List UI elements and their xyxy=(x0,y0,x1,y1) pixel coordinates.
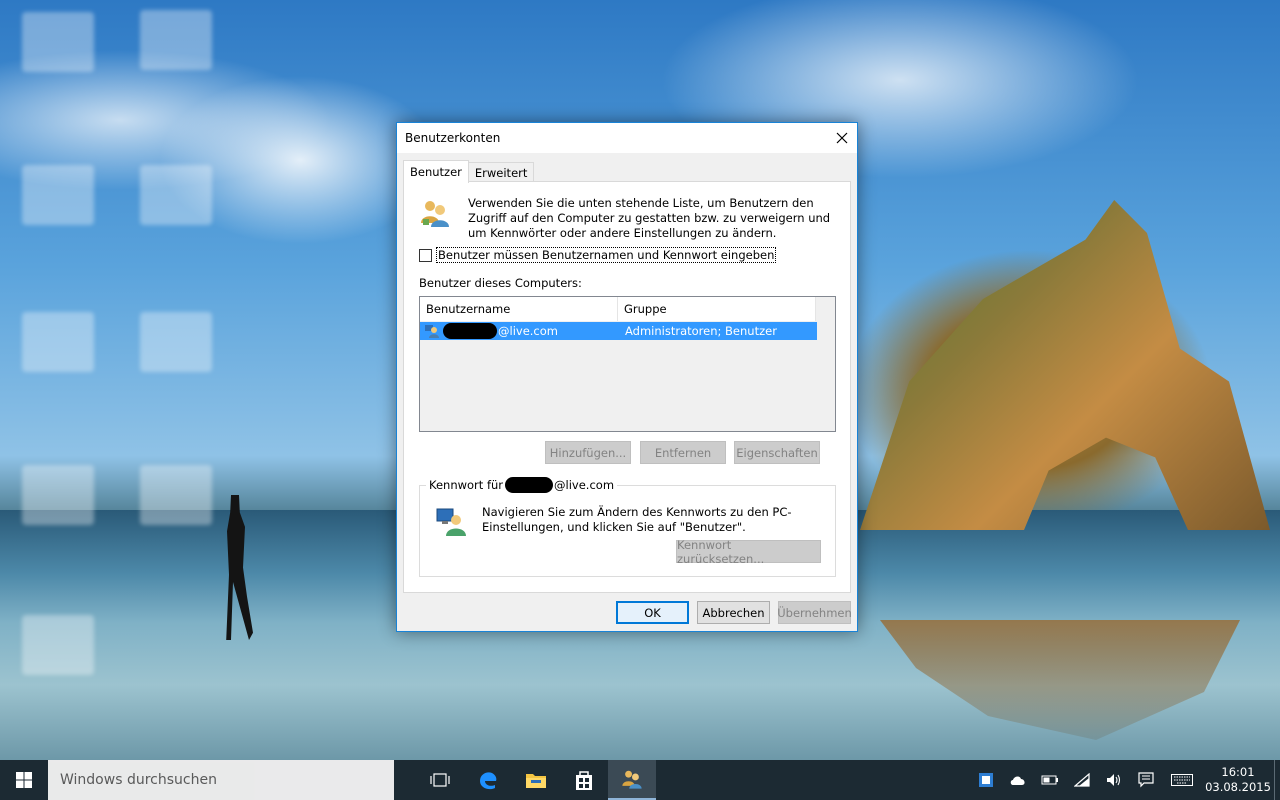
rock-formation xyxy=(860,200,1270,530)
taskbar: Windows durchsuchen 16:01 03.08.2015 xyxy=(0,760,1280,800)
action-center-button[interactable] xyxy=(1130,760,1162,800)
close-icon xyxy=(836,132,848,144)
listview-scroll-area xyxy=(816,297,835,321)
battery-icon xyxy=(1041,775,1058,785)
desktop-icon[interactable] xyxy=(140,165,212,225)
clock-time: 16:01 xyxy=(1221,765,1255,779)
tray-app-icon[interactable] xyxy=(970,760,1002,800)
clock[interactable]: 16:01 03.08.2015 xyxy=(1202,765,1274,795)
windows-logo-icon xyxy=(16,772,32,788)
desktop-icon[interactable] xyxy=(22,615,94,675)
username-suffix: @live.com xyxy=(498,324,558,338)
speaker-icon xyxy=(1107,774,1121,786)
users-list-caption: Benutzer dieses Computers: xyxy=(419,276,582,290)
users-icon xyxy=(421,201,449,227)
battery-button[interactable] xyxy=(1034,760,1066,800)
cancel-button[interactable]: Abbrechen xyxy=(697,601,770,624)
intro-text: Verwenden Sie die unten stehende Liste, … xyxy=(468,196,831,240)
keyboard-icon xyxy=(1171,774,1193,786)
close-button[interactable] xyxy=(827,123,857,153)
remove-user-button[interactable]: Entfernen xyxy=(640,441,726,464)
require-login-label[interactable]: Benutzer müssen Benutzernamen und Kennwo… xyxy=(436,247,777,263)
onedrive-button[interactable] xyxy=(1002,760,1034,800)
redacted-username xyxy=(505,477,554,493)
listview-header: Benutzername Gruppe xyxy=(420,297,835,321)
keyboard-button[interactable] xyxy=(1162,760,1202,800)
user-accounts-dialog: Benutzerkonten Benutzer Erweitert Verwen… xyxy=(396,122,858,632)
desktop-icon[interactable] xyxy=(22,465,94,525)
legend-prefix: Kennwort für xyxy=(429,478,504,492)
dialog-titlebar[interactable]: Benutzerkonten xyxy=(397,123,857,153)
column-header-group[interactable]: Gruppe xyxy=(618,297,816,321)
tab-benutzer[interactable]: Benutzer xyxy=(403,160,469,183)
password-groupbox: Kennwort für @live.com Navigieren Sie zu… xyxy=(419,477,836,577)
notification-icon xyxy=(1138,772,1154,788)
username-cell: @live.com xyxy=(420,323,618,339)
user-accounts-taskbar-button[interactable] xyxy=(608,760,656,800)
password-group-text: Navigieren Sie zum Ändern des Kennworts … xyxy=(482,505,792,534)
edge-button[interactable] xyxy=(464,760,512,800)
tab-panel-users: Verwenden Sie die unten stehende Liste, … xyxy=(403,181,851,593)
desktop-icon[interactable] xyxy=(140,312,212,372)
clock-date: 03.08.2015 xyxy=(1205,780,1271,794)
edge-icon xyxy=(480,772,497,790)
store-icon xyxy=(576,771,592,790)
wifi-icon xyxy=(1074,773,1090,787)
group-cell: Administratoren; Benutzer xyxy=(625,324,777,338)
legend-suffix: @live.com xyxy=(554,478,615,492)
store-button[interactable] xyxy=(560,760,608,800)
taskbar-search-input[interactable]: Windows durchsuchen xyxy=(48,760,394,800)
show-desktop-button[interactable] xyxy=(1274,760,1280,800)
users-icon xyxy=(622,770,642,789)
reset-password-button[interactable]: Kennwort zurücksetzen... xyxy=(676,538,821,566)
desktop-icon[interactable] xyxy=(22,12,94,72)
desktop-icon[interactable] xyxy=(22,165,94,225)
task-view-button[interactable] xyxy=(416,760,464,800)
task-view-icon xyxy=(430,773,450,787)
tab-strip: Benutzer Erweitert xyxy=(403,160,535,183)
table-row[interactable]: @live.com Administratoren; Benutzer xyxy=(420,322,817,340)
start-button[interactable] xyxy=(0,760,48,800)
password-group-legend: Kennwort für @live.com xyxy=(426,477,618,493)
system-tray: 16:01 03.08.2015 xyxy=(970,760,1280,800)
redacted-username xyxy=(443,323,497,339)
volume-button[interactable] xyxy=(1098,760,1130,800)
cloud-icon xyxy=(1010,776,1025,785)
pc-user-icon xyxy=(436,508,466,536)
add-user-button[interactable]: Hinzufügen... xyxy=(545,441,631,464)
column-header-username[interactable]: Benutzername xyxy=(420,297,618,321)
file-explorer-button[interactable] xyxy=(512,760,560,800)
desktop-icon[interactable] xyxy=(22,312,94,372)
desktop-icon[interactable] xyxy=(140,465,212,525)
dialog-title: Benutzerkonten xyxy=(405,131,501,145)
tab-erweitert[interactable]: Erweitert xyxy=(467,162,535,183)
desktop-icon[interactable] xyxy=(140,10,212,70)
wifi-button[interactable] xyxy=(1066,760,1098,800)
require-login-row[interactable]: Benutzer müssen Benutzernamen und Kennwo… xyxy=(419,247,777,263)
require-login-checkbox[interactable] xyxy=(419,248,432,262)
properties-button[interactable]: Eigenschaften xyxy=(734,441,820,464)
users-listview[interactable]: Benutzername Gruppe @live.com Administra… xyxy=(419,296,836,432)
network-app-icon xyxy=(979,773,993,787)
user-account-icon xyxy=(425,325,439,338)
ok-button[interactable]: OK xyxy=(616,601,689,624)
apply-button[interactable]: Übernehmen xyxy=(777,601,852,624)
folder-icon xyxy=(526,774,546,788)
